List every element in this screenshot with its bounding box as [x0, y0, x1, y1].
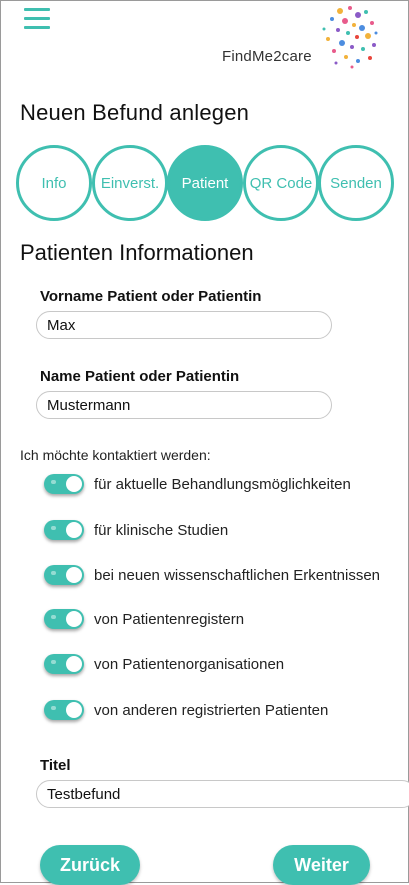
title-label: Titel — [40, 757, 71, 774]
app-frame — [0, 0, 409, 883]
firstname-label: Vorname Patient oder Patientin — [40, 288, 262, 305]
toggle-label: von Patientenorganisationen — [94, 655, 285, 673]
back-button[interactable]: Zurück — [40, 845, 140, 885]
toggle-switch[interactable] — [44, 609, 84, 629]
step-senden[interactable]: Senden — [318, 145, 394, 221]
toggle-switch[interactable] — [44, 700, 84, 720]
title-input[interactable] — [36, 780, 409, 808]
next-button[interactable]: Weiter — [273, 845, 370, 885]
contact-option-research[interactable]: bei neuen wissenschaftlichen Erkentnisse… — [44, 562, 380, 588]
step-einverstaendnis[interactable]: Einverst. — [92, 145, 168, 221]
findme2care-logo: FindMe2care — [222, 3, 387, 71]
contact-option-organisations[interactable]: von Patientenorganisationen — [44, 651, 284, 677]
toggle-label: für aktuelle Behandlungsmöglichkeiten — [94, 475, 351, 493]
contact-option-patients[interactable]: von anderen registrierten Patienten — [44, 697, 328, 723]
section-title: Patienten Informationen — [20, 240, 254, 265]
step-info[interactable]: Info — [16, 145, 92, 221]
step-indicator: Info Einverst. Patient QR Code Senden — [16, 145, 394, 221]
toggle-switch[interactable] — [44, 474, 84, 494]
lastname-input[interactable] — [36, 391, 332, 419]
logo-text: FindMe2care — [222, 48, 312, 65]
toggle-label: bei neuen wissenschaftlichen Erkentnisse… — [94, 566, 381, 584]
contact-option-registries[interactable]: von Patientenregistern — [44, 606, 244, 632]
toggle-switch[interactable] — [44, 565, 84, 585]
logo-dots-icon — [322, 6, 378, 69]
lastname-label: Name Patient oder Patientin — [40, 368, 240, 385]
toggle-label: von anderen registrierten Patienten — [94, 701, 329, 719]
contact-label: Ich möchte kontaktiert werden: — [20, 447, 211, 463]
toggle-switch[interactable] — [44, 654, 84, 674]
contact-option-studies[interactable]: für klinische Studien — [44, 517, 228, 543]
page-title: Neuen Befund anlegen — [20, 100, 250, 125]
hamburger-menu-icon[interactable] — [24, 8, 50, 30]
toggle-label: für klinische Studien — [94, 521, 229, 539]
contact-option-treatment[interactable]: für aktuelle Behandlungsmöglichkeiten — [44, 471, 351, 497]
toggle-switch[interactable] — [44, 520, 84, 540]
toggle-label: von Patientenregistern — [94, 610, 245, 628]
step-patient[interactable]: Patient — [167, 145, 243, 221]
firstname-input[interactable] — [36, 311, 332, 339]
step-qr-code[interactable]: QR Code — [243, 145, 319, 221]
